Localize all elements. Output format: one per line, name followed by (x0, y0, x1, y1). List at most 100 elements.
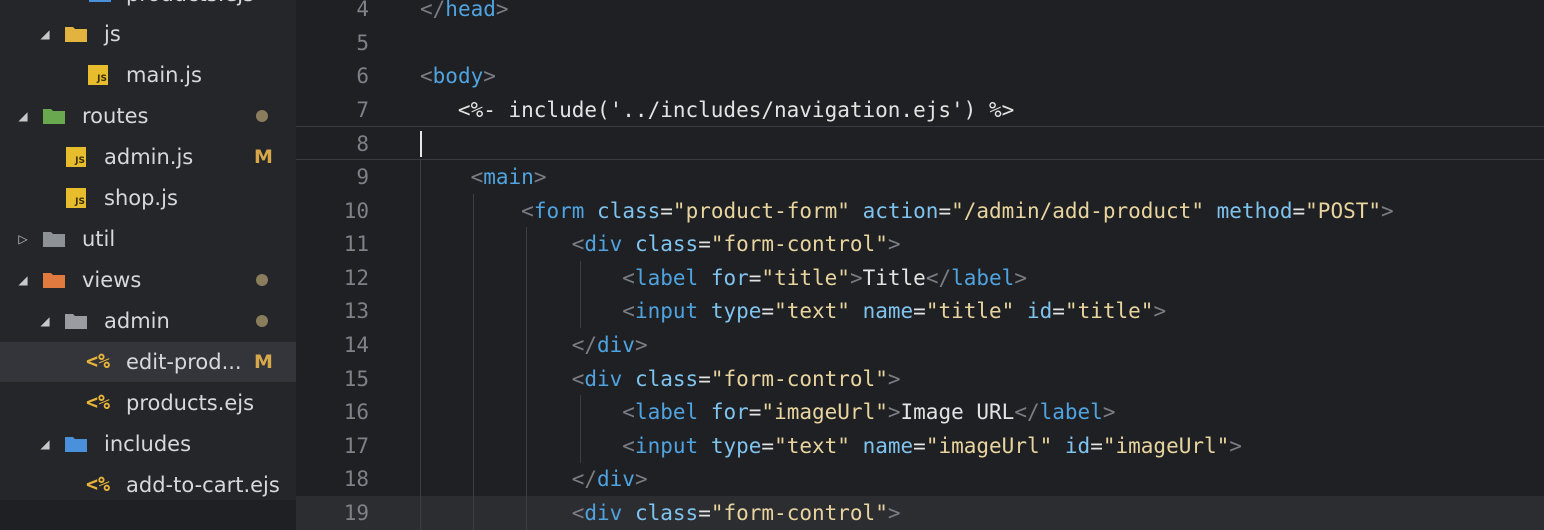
file-explorer: products.ejs ◢ js JS main.js ◢ routes JS admin.j… (0, 0, 296, 500)
code-token-punc: < (420, 64, 433, 89)
line-number: 16 (343, 400, 369, 425)
code-token-txt: = (1292, 198, 1306, 223)
code-line[interactable]: 15 <div class="form-control"> (296, 361, 1544, 396)
code-token-punc: > (634, 467, 648, 492)
code-token-txt: <%- include('../includes/navigation.ejs'… (420, 97, 1015, 122)
chevron-down-icon[interactable]: ◢ (38, 437, 52, 451)
code-line[interactable]: 5 (296, 26, 1544, 60)
ejs-file-icon: <% (86, 349, 111, 373)
code-line[interactable]: 9 <main> (296, 160, 1544, 194)
tree-item-edit-prod-[interactable]: <% edit-prod... M (0, 342, 296, 382)
code-token-txt: = (748, 400, 762, 425)
tree-item-includes[interactable]: ◢ includes (0, 424, 296, 464)
code-token-punc: < (470, 165, 484, 189)
ejs-file-icon: <% (86, 472, 111, 496)
code-token-punc: < (622, 299, 635, 324)
code-token-attr: type (710, 433, 762, 458)
chevron-right-icon[interactable]: ▷ (16, 232, 30, 246)
green-folder-icon (42, 106, 66, 126)
chevron-down-icon[interactable]: ◢ (16, 109, 30, 123)
code-editor[interactable]: 4 </head> 5 6 <body> 7 <%- include('../includ… (296, 0, 1544, 530)
code-token-tag: input (634, 433, 699, 458)
tree-item-label: js (104, 22, 121, 46)
code-line[interactable]: 4 </head> (296, 0, 1544, 26)
chevron-down-icon[interactable]: ◢ (38, 27, 52, 41)
chevron-down-icon[interactable]: ◢ (38, 314, 52, 328)
code-token-tag: main (483, 165, 534, 189)
code-token-attr: class (634, 366, 699, 391)
code-token-str: "form-control" (710, 366, 888, 391)
code-line[interactable]: 13 <input type="text" name="title" id="t… (296, 294, 1544, 329)
code-line[interactable]: 10 <form class="product-form" action="/a… (296, 193, 1544, 228)
code-token-txt: = (1052, 299, 1065, 324)
yellow-folder-icon (64, 24, 88, 44)
code-token-str: "form-control" (710, 501, 888, 525)
tree-item-label: products.ejs (126, 391, 255, 415)
code-token-punc: > (1153, 299, 1167, 324)
chevron-down-icon[interactable]: ◢ (16, 273, 30, 287)
code-line[interactable]: 7 <%- include('../includes/navigation.ej… (296, 93, 1544, 127)
code-token-tag: label (634, 265, 699, 290)
line-number: 6 (356, 64, 369, 89)
tree-item-label: admin.js (104, 145, 194, 169)
grey-folder-icon (42, 229, 66, 249)
tree-item-shop-js[interactable]: JS shop.js (0, 178, 296, 218)
code-token-punc: > (849, 265, 863, 290)
code-line[interactable]: 12 <label for="title">Title</label> (296, 260, 1544, 295)
code-token-punc: < (571, 232, 585, 257)
code-text: </div> (420, 462, 648, 496)
orange-folder-icon (42, 270, 66, 290)
tree-item-label: shop.js (104, 186, 178, 210)
tree-item-admin-js[interactable]: JS admin.js M (0, 137, 296, 177)
code-token-tag: label (1039, 400, 1103, 425)
code-token-attr: class (597, 198, 661, 223)
code-line[interactable]: 18 </div> (296, 462, 1544, 497)
code-token-attr: id (1026, 299, 1053, 324)
code-token-txt: = (698, 232, 711, 257)
tree-item-products-ejs[interactable]: <% products.ejs (0, 383, 296, 423)
code-line[interactable]: 16 <label for="imageUrl">Image URL</labe… (296, 395, 1544, 430)
tree-item-main-js[interactable]: JS main.js (0, 55, 296, 95)
code-token-str: "text" (774, 433, 850, 458)
tree-item-util[interactable]: ▷ util (0, 219, 296, 259)
code-token-str: "title" (1064, 299, 1154, 324)
code-token-tag: form (533, 198, 585, 223)
node-folder-icon (88, 0, 112, 4)
tree-item-products-ejs[interactable]: products.ejs (0, 0, 296, 14)
code-token-attr: class (634, 501, 699, 525)
code-token-txt: = (698, 366, 711, 391)
code-line[interactable]: 8 (296, 126, 1544, 161)
code-token-attr: name (862, 299, 914, 324)
code-text: <input type="text" name="imageUrl" id="i… (420, 429, 1242, 463)
tree-item-routes[interactable]: ◢ routes (0, 96, 296, 136)
code-token-txt: = (913, 433, 926, 458)
tree-item-admin[interactable]: ◢ admin (0, 301, 296, 341)
code-line[interactable]: 14 </div> (296, 328, 1544, 362)
code-token-txt: = (660, 198, 673, 223)
tree-item-js[interactable]: ◢ js (0, 14, 296, 54)
modified-status-badge: M (254, 146, 273, 168)
code-token-punc: > (483, 64, 496, 89)
ejs-file-icon: <% (86, 390, 111, 414)
code-line[interactable]: 17 <input type="text" name="imageUrl" id… (296, 428, 1544, 463)
code-line[interactable]: 6 <body> (296, 59, 1544, 93)
code-line[interactable]: 19 <div class="form-control"> (296, 496, 1544, 530)
tree-item-add-to-cart-ejs[interactable]: <% add-to-cart.ejs (0, 465, 296, 500)
tree-item-views[interactable]: ◢ views (0, 260, 296, 300)
code-text: </head> (420, 0, 509, 26)
code-token-punc: < (622, 400, 635, 425)
code-text: </div> (420, 328, 648, 362)
code-line[interactable]: 11 <div class="form-control"> (296, 227, 1544, 262)
changes-dot-indicator (256, 110, 268, 122)
code-token-str: "title" (925, 299, 1015, 324)
code-token-punc: > (887, 366, 901, 391)
code-text: <div class="form-control"> (420, 227, 901, 261)
